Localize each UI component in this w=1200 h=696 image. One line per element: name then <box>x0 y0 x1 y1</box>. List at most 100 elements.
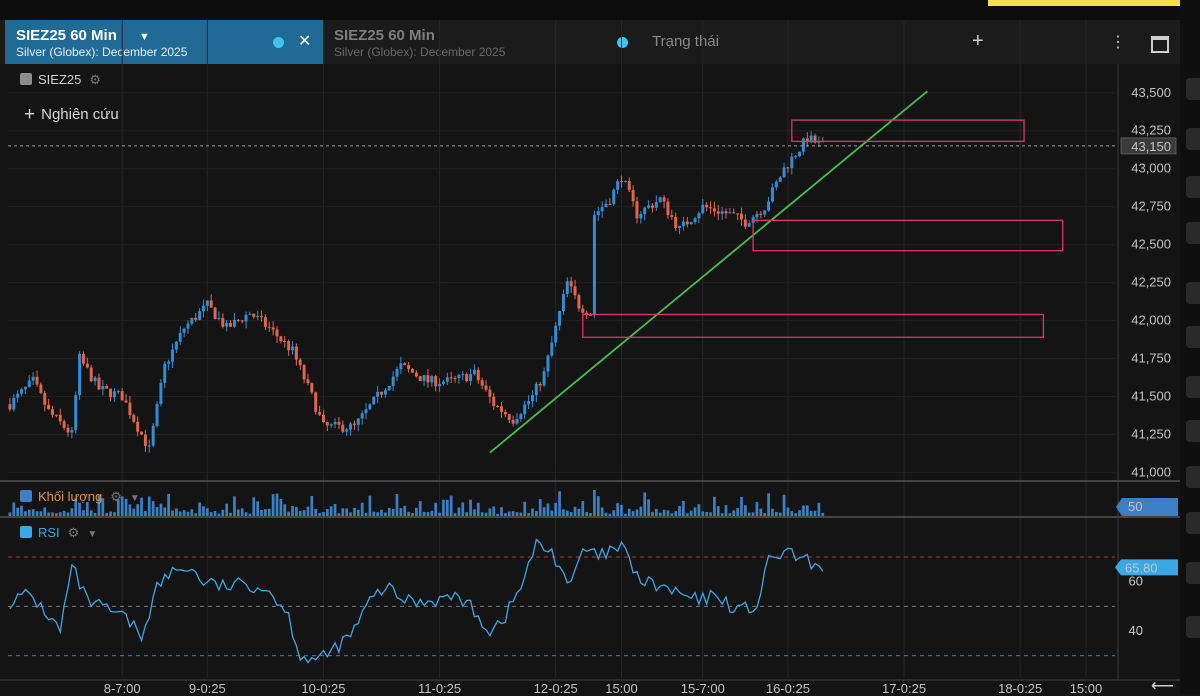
toolbar-tool-3-icon[interactable] <box>1186 176 1200 198</box>
volume-bar <box>279 499 283 516</box>
rsi-legend[interactable]: RSI ⚙ ▼ <box>20 525 97 541</box>
volume-bar <box>182 510 186 516</box>
volume-bar <box>155 506 159 516</box>
candle-body <box>248 313 252 315</box>
volume-bar <box>291 505 294 516</box>
candle-body <box>724 211 728 214</box>
candle-body <box>778 177 782 182</box>
volume-bar <box>550 510 554 516</box>
candle-body <box>604 203 608 208</box>
candle-body <box>23 386 27 390</box>
toolbar-tool-8-icon[interactable] <box>1186 420 1200 442</box>
volume-bar <box>662 509 666 516</box>
time-tick-label: 11-0:25 <box>418 681 461 694</box>
volume-bar <box>202 506 205 516</box>
candle-body <box>709 207 712 209</box>
volume-bar <box>24 511 27 516</box>
volume-bar <box>271 494 275 516</box>
volume-caret-icon[interactable]: ▼ <box>130 493 140 504</box>
candle-body <box>112 391 116 398</box>
volume-bar <box>740 496 743 516</box>
candle-body <box>480 380 484 386</box>
volume-bar <box>813 510 817 516</box>
volume-bar <box>670 513 674 516</box>
candle-body <box>298 359 302 366</box>
candle-body <box>213 307 217 319</box>
candle-body <box>159 382 163 404</box>
volume-bar <box>546 503 550 516</box>
toolbar-tool-5-icon[interactable] <box>1186 282 1200 304</box>
candle-body <box>720 211 724 214</box>
volume-bar <box>217 513 221 516</box>
volume-bar <box>318 513 321 516</box>
volume-bar <box>225 503 229 516</box>
volume-bar <box>473 509 476 516</box>
price-tick-label: 42,500 <box>1131 237 1171 252</box>
candle-body <box>155 403 159 426</box>
volume-bar <box>236 509 240 516</box>
volume-bar <box>356 509 360 516</box>
volume-bar <box>275 493 279 516</box>
volume-bar <box>391 508 395 516</box>
candle-body <box>538 383 542 386</box>
candle-body <box>244 314 248 322</box>
volume-bar <box>438 512 441 516</box>
symbol-legend[interactable]: SIEZ25 ⚙ <box>20 72 101 88</box>
rsi-gear-icon[interactable]: ⚙ <box>68 525 80 540</box>
candle-body <box>221 317 225 327</box>
volume-bar <box>113 512 116 516</box>
candle-body <box>97 377 101 390</box>
candle-body <box>484 385 488 390</box>
volume-bar <box>507 511 511 516</box>
volume-bar <box>325 508 329 516</box>
candle-body <box>798 151 802 157</box>
volume-bar <box>260 509 263 516</box>
volume-bar <box>593 490 596 516</box>
candle-body <box>755 213 759 218</box>
candle-body <box>770 187 774 202</box>
volume-bar <box>35 511 39 516</box>
candle-body <box>681 221 685 226</box>
volume-bar <box>484 512 488 516</box>
symbol-label: SIEZ25 <box>38 72 82 87</box>
visibility-checkbox[interactable] <box>20 73 32 85</box>
candle-body <box>631 190 635 202</box>
volume-legend[interactable]: Khối lượng ⚙ ▼ <box>20 489 140 505</box>
volume-bar <box>457 507 461 516</box>
candle-body <box>337 422 341 425</box>
toolbar-tool-2-icon[interactable] <box>1186 128 1200 150</box>
candle-body <box>271 327 275 330</box>
scroll-back-icon[interactable]: ⟵ <box>1151 676 1174 696</box>
toolbar-tool-6-icon[interactable] <box>1186 326 1200 348</box>
volume-gear-icon[interactable]: ⚙ <box>110 489 122 504</box>
toolbar-tool-1-icon[interactable] <box>1186 78 1200 100</box>
toolbar-tool-11-icon[interactable] <box>1186 562 1200 584</box>
rsi-caret-icon[interactable]: ▼ <box>87 529 97 540</box>
volume-bar <box>685 513 689 516</box>
toolbar-tool-4-icon[interactable] <box>1186 222 1200 244</box>
candle-body <box>612 189 616 205</box>
volume-checkbox[interactable] <box>20 490 32 502</box>
candle-body <box>627 180 631 191</box>
volume-bar <box>298 510 302 516</box>
candle-body <box>403 363 407 366</box>
candlesticks <box>8 130 825 453</box>
candle-body <box>51 409 54 415</box>
add-study-button[interactable]: + Nghiên cứu <box>24 104 119 126</box>
toolbar-tool-10-icon[interactable] <box>1186 512 1200 534</box>
volume-bar <box>333 504 337 516</box>
toolbar-tool-9-icon[interactable] <box>1186 466 1200 488</box>
price-tick-label: 43,500 <box>1131 85 1171 100</box>
toolbar-tool-7-icon[interactable] <box>1186 376 1200 398</box>
candle-body <box>399 363 403 370</box>
rsi-checkbox[interactable] <box>20 526 32 538</box>
candle-body <box>372 396 376 405</box>
gear-icon[interactable]: ⚙ <box>89 72 101 87</box>
price-chart[interactable]: 41,000 41,250 41,500 41,750 42,000 42,250 42,5… <box>0 0 1180 694</box>
volume-bar <box>744 505 747 516</box>
volume-bar <box>240 508 244 516</box>
volume-bar <box>167 493 170 516</box>
candle-body <box>608 203 612 205</box>
volume-bar <box>159 503 163 516</box>
toolbar-tool-12-icon[interactable] <box>1186 616 1200 638</box>
